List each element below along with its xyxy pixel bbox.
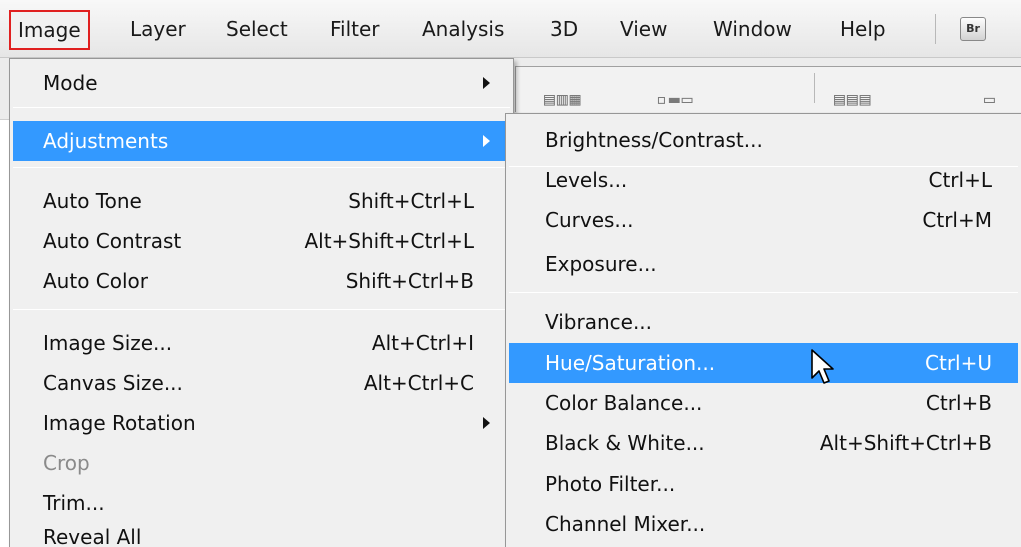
menu-item-label: Vibrance... (545, 310, 653, 334)
menu-item-photo-filter[interactable]: Photo Filter... (509, 464, 1018, 504)
menu-item-image-rotation[interactable]: Image Rotation (13, 403, 510, 443)
menu-item-label: Canvas Size... (43, 371, 183, 395)
menu-item-vibrance[interactable]: Vibrance... (509, 302, 1018, 342)
menu-item-label: Mode (43, 71, 98, 95)
submenu-arrow-icon (483, 77, 490, 89)
menu-item-label: Image Rotation (43, 411, 196, 435)
align-icons-group: ▤▥▦ ▫▬▭ ▤▤▤ ▭ (515, 66, 1021, 112)
menu-item-reveal-all[interactable]: Reveal All (13, 517, 510, 547)
menu-item-label: Brightness/Contrast... (545, 128, 763, 152)
menu-item-adjustments[interactable]: Adjustments (13, 121, 510, 161)
distribute-icon[interactable]: ▤▤▤ (834, 89, 873, 110)
shortcut-label: Alt+Shift+Ctrl+L (304, 229, 474, 253)
menu-item-label: Exposure... (545, 252, 657, 276)
menu-item-label: Black & White... (545, 431, 705, 455)
menu-item-levels[interactable]: Levels... Ctrl+L (509, 160, 1018, 200)
menu-bar: Image Layer Select Filter Analysis 3D Vi… (0, 0, 1021, 58)
menu-item-image-size[interactable]: Image Size... Alt+Ctrl+I (13, 323, 510, 363)
menu-divider (13, 167, 510, 168)
menu-item-label: Crop (43, 451, 90, 475)
menu-item-label: Trim... (43, 491, 105, 515)
menu-item-label: Reveal All (43, 525, 142, 547)
align-vertical-icon[interactable]: ▫▬▭ (656, 89, 695, 110)
menu-divider (509, 292, 1018, 293)
menu-item-label: Image Size... (43, 331, 173, 355)
menu-item-curves[interactable]: Curves... Ctrl+M (509, 200, 1018, 240)
menu-item-auto-color[interactable]: Auto Color Shift+Ctrl+B (13, 261, 510, 301)
menu-item-color-balance[interactable]: Color Balance... Ctrl+B (509, 383, 1018, 423)
menu-item-auto-contrast[interactable]: Auto Contrast Alt+Shift+Ctrl+L (13, 221, 510, 261)
menu-item-brightness-contrast[interactable]: Brightness/Contrast... (509, 120, 1018, 160)
menu-item-label: Hue/Saturation... (545, 351, 716, 375)
menu-item-label: Curves... (545, 208, 634, 232)
menu-item-canvas-size[interactable]: Canvas Size... Alt+Ctrl+C (13, 363, 510, 403)
shortcut-label: Shift+Ctrl+L (348, 189, 474, 213)
menu-image[interactable]: Image (9, 10, 90, 50)
menu-item-crop[interactable]: Crop (13, 443, 510, 483)
menu-item-label: Auto Tone (43, 189, 142, 213)
menu-item-label: Channel Mixer... (545, 512, 706, 536)
menubar-separator (935, 14, 936, 44)
shortcut-label: Alt+Ctrl+C (363, 371, 474, 395)
menu-item-label: Auto Contrast (43, 229, 182, 253)
submenu-arrow-icon (483, 135, 490, 147)
menu-select[interactable]: Select (226, 12, 288, 46)
menu-item-label: Color Balance... (545, 391, 703, 415)
shortcut-label: Shift+Ctrl+B (345, 269, 474, 293)
menu-item-label: Photo Filter... (545, 472, 676, 496)
menu-filter[interactable]: Filter (330, 12, 380, 46)
menu-window[interactable]: Window (713, 12, 792, 46)
shortcut-label: Ctrl+L (928, 168, 993, 192)
menu-help[interactable]: Help (840, 12, 886, 46)
menu-item-channel-mixer[interactable]: Channel Mixer... (509, 504, 1018, 544)
shortcut-label: Ctrl+M (922, 208, 992, 232)
menu-item-black-white[interactable]: Black & White... Alt+Shift+Ctrl+B (509, 423, 1018, 463)
menu-analysis[interactable]: Analysis (422, 12, 504, 46)
image-menu: Mode Adjustments Auto Tone Shift+Ctrl+L … (9, 58, 514, 547)
menu-item-auto-tone[interactable]: Auto Tone Shift+Ctrl+L (13, 181, 510, 221)
menu-item-label: Levels... (545, 168, 628, 192)
menu-item-exposure[interactable]: Exposure... (509, 244, 1018, 284)
menu-item-label: Auto Color (43, 269, 149, 293)
adjustments-submenu: Brightness/Contrast... Levels... Ctrl+L … (505, 113, 1021, 547)
shortcut-label: Ctrl+B (925, 391, 992, 415)
menu-item-hue-saturation[interactable]: Hue/Saturation... Ctrl+U (509, 343, 1018, 383)
menu-divider (13, 107, 510, 108)
shortcut-label: Ctrl+U (925, 351, 992, 375)
menu-divider (13, 309, 510, 310)
distribute-h-icon[interactable]: ▭ (984, 89, 997, 110)
align-separator (814, 73, 815, 103)
mouse-pointer-icon (811, 349, 834, 384)
align-top-icon[interactable]: ▤▥▦ (544, 89, 583, 110)
menu-item-label: Adjustments (43, 129, 169, 153)
menu-3d[interactable]: 3D (550, 12, 578, 46)
menu-layer[interactable]: Layer (130, 12, 186, 46)
shortcut-label: Alt+Ctrl+I (371, 331, 474, 355)
shortcut-label: Alt+Shift+Ctrl+B (819, 431, 992, 455)
submenu-arrow-icon (483, 417, 490, 429)
menu-item-mode[interactable]: Mode (13, 63, 510, 103)
menu-view[interactable]: View (620, 12, 667, 46)
bridge-icon[interactable]: Br (960, 17, 986, 41)
